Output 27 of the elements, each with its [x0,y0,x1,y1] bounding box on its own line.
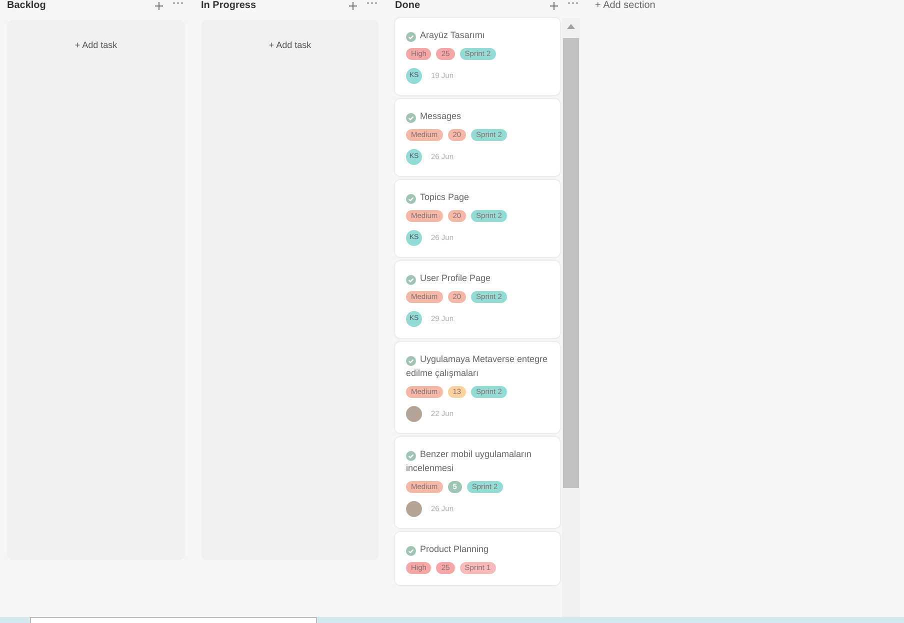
task-title: Benzer mobil uygulamaların incelenmesi [406,447,533,475]
add-task-button[interactable]: + Add task [268,40,312,51]
check-icon[interactable] [406,110,416,120]
task-title: Product Planning [406,542,549,556]
check-icon[interactable] [406,543,416,553]
avatar [406,501,422,517]
column-title: In Progress [201,0,256,12]
check-icon[interactable] [406,353,416,363]
task-title: User Profile Page [406,271,549,285]
task-title: Messages [406,109,549,123]
avatar [406,406,422,422]
add-icon[interactable] [550,2,558,10]
column-title: Done [395,0,420,12]
task-title: Arayüz Tasarımı [406,28,549,42]
check-icon[interactable] [406,29,416,39]
search-field[interactable] [30,617,317,623]
add-section-button[interactable]: + Add section [595,0,656,12]
add-icon[interactable] [349,2,357,10]
task-title: Uygulamaya Metaverse entegre edilme çalışmaları [406,352,549,380]
add-icon[interactable] [155,2,163,10]
add-task-button[interactable]: + Add task [74,40,118,51]
column-title: Backlog [7,0,46,12]
check-icon[interactable] [406,272,416,282]
check-icon[interactable] [406,191,416,201]
scrollbar[interactable] [562,18,580,617]
check-icon[interactable] [406,448,416,458]
task-title: Topics Page [406,190,549,204]
